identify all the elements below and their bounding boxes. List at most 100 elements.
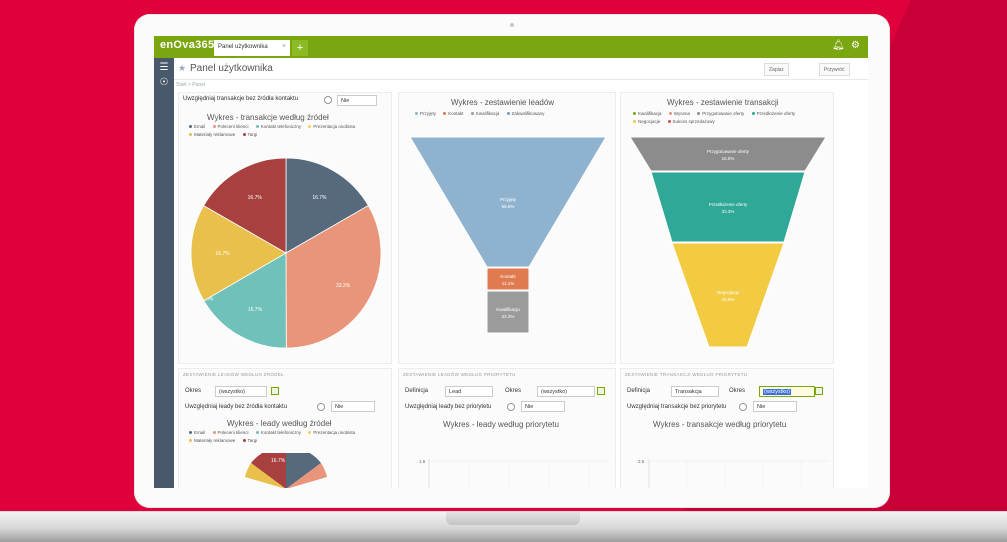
toggle-value-field[interactable]: Nie bbox=[337, 95, 377, 106]
restore-button[interactable]: Przywróć bbox=[819, 63, 850, 76]
breadcrumb: Start > Panel bbox=[176, 82, 206, 88]
funnel-value-label: 16.6% bbox=[722, 297, 735, 302]
tab-close-icon[interactable]: × bbox=[282, 43, 286, 50]
bar-chart-axes: 1.5 1 bbox=[419, 459, 609, 488]
legend-item: Kontakt telefoniczny bbox=[255, 124, 301, 129]
y-tick-label: 1 bbox=[421, 487, 424, 488]
legend-item: Wycena bbox=[668, 111, 690, 116]
globe-icon[interactable]: ☉ bbox=[154, 77, 174, 88]
chart-title: Wykres - transakcje według źródeł bbox=[207, 113, 329, 122]
funnel-label: Negocjacje bbox=[717, 290, 740, 295]
funnel-chart: Przygotowanie oferty 16.6% Przedłożenie of… bbox=[629, 136, 827, 348]
tab-panel-uzytkownika[interactable]: Panel użytkownika × bbox=[214, 40, 290, 56]
pie-chart-partial: 16.7% bbox=[245, 453, 327, 488]
pie-chart: 16.7%33.3%16.7%0.0%16.7%16.7% bbox=[190, 157, 382, 349]
top-bar: enOva365 Panel użytkownika × + 🔔︎ ⚙ bbox=[154, 36, 868, 58]
chart-legend: Email Poleceni klienci Kontakt telefonic… bbox=[189, 123, 379, 139]
toggle-label: Uwzględniaj transakcje bez źródła kontak… bbox=[183, 96, 299, 102]
chart-title: Wykres - leady według priorytetu bbox=[443, 420, 559, 429]
legend-item: Poleceni klienci bbox=[212, 430, 249, 435]
funnel-segment[interactable] bbox=[671, 242, 785, 348]
calendar-icon[interactable] bbox=[597, 387, 605, 395]
legend-item: Kwalifikacja bbox=[633, 111, 662, 116]
chart-title: Wykres - transakcje według priorytetu bbox=[653, 420, 787, 429]
legend-item: Materiały reklamowe bbox=[189, 132, 235, 137]
legend-item: Zakwalifikowany bbox=[506, 111, 544, 116]
toggle-radio[interactable] bbox=[324, 96, 332, 104]
toggle-radio[interactable] bbox=[317, 403, 325, 411]
chart-legend: Przyjęty Kontakt Kwalifikacja Zakwalifik… bbox=[415, 110, 615, 118]
okres-field[interactable]: (wszystko) bbox=[759, 386, 815, 397]
sidebar: ☰ ☉ bbox=[154, 58, 174, 488]
toggle-label: Uwzględniaj transakcje bez priorytetu bbox=[627, 404, 727, 410]
new-tab-button[interactable]: + bbox=[292, 40, 308, 56]
definicja-label: Definicja bbox=[405, 388, 429, 394]
funnel-segment[interactable] bbox=[486, 267, 530, 291]
pie-slice-label: 33.3% bbox=[336, 283, 351, 289]
y-tick-label: 2.5 bbox=[638, 459, 645, 464]
definicja-field[interactable]: Lead bbox=[445, 386, 493, 397]
pie-slice-label: 16.7% bbox=[248, 307, 263, 313]
legend-item: Przyjęty bbox=[415, 111, 436, 116]
definicja-field[interactable]: Transakcja bbox=[671, 386, 719, 397]
okres-label: Okres bbox=[729, 388, 746, 394]
funnel-segment[interactable] bbox=[650, 171, 806, 243]
funnel-value-label: 11.1% bbox=[502, 281, 514, 286]
app-screen: enOva365 Panel użytkownika × + 🔔︎ ⚙ ☰ ☉ … bbox=[154, 36, 868, 488]
panel-leady-zrodla: ZESTAWIENIE LEADÓW WEDŁUG ŹRÓDEŁ Okres (… bbox=[178, 368, 392, 488]
funnel-label: Przygotowanie oferty bbox=[707, 149, 750, 154]
legend-item: Kwalifikacja bbox=[470, 111, 499, 116]
toggle-value-field[interactable]: Nie bbox=[521, 401, 565, 412]
legend-item: Prezentacja osobista bbox=[308, 430, 355, 435]
pie-slice-label: 16.7% bbox=[248, 195, 263, 201]
toggle-value-field[interactable]: Nie bbox=[331, 401, 375, 412]
funnel-label: Przyjęty bbox=[500, 197, 517, 202]
chart-legend: Kwalifikacja Wycena Przygotowanie oferty… bbox=[633, 110, 831, 126]
funnel-value-label: 22.2% bbox=[502, 314, 515, 319]
legend-item: Kontakt bbox=[443, 111, 464, 116]
panel-zestawienie-leadow: Wykres - zestawienie leadów Przyjęty Kon… bbox=[398, 92, 616, 364]
chart-title: Wykres - leady według źródeł bbox=[227, 419, 332, 428]
funnel-value-label: 16.6% bbox=[722, 156, 735, 161]
legend-item: Prezentacja osobista bbox=[308, 124, 355, 129]
menu-icon[interactable]: ☰ bbox=[154, 62, 174, 73]
legend-item: Materiały reklamowe bbox=[189, 438, 235, 443]
webcam bbox=[510, 23, 514, 27]
funnel-chart: Przyjęty 66.6% Kontakt 11.1% Kwalifikacja 22.… bbox=[409, 136, 607, 334]
page-title: Panel użytkownika bbox=[190, 63, 273, 74]
bar-chart-axes: 2.5 bbox=[638, 459, 829, 488]
section-header: ZESTAWIENIE LEADÓW WEDŁUG ŹRÓDEŁ bbox=[183, 372, 284, 377]
pie-slice-label: 16.7% bbox=[215, 251, 230, 257]
panel-transakcje-zrodla: Uwzględniaj transakcje bez źródła kontak… bbox=[178, 92, 392, 364]
funnel-label: Przedłożenie oferty bbox=[709, 202, 748, 207]
panel-transakcje-priorytet: ZESTAWIENIE TRANSAKCJI WEDŁUG PRIORYTETU… bbox=[620, 368, 834, 488]
toggle-radio[interactable] bbox=[739, 403, 747, 411]
calendar-icon[interactable] bbox=[815, 387, 823, 395]
funnel-value-label: 66.6% bbox=[502, 204, 515, 209]
save-button[interactable]: Zapisz bbox=[764, 63, 789, 76]
tab-label: Panel użytkownika bbox=[218, 44, 268, 50]
section-header: ZESTAWIENIE TRANSAKCJI WEDŁUG PRIORYTETU bbox=[625, 372, 748, 377]
settings-gear-icon[interactable]: ⚙ bbox=[851, 40, 860, 51]
okres-label: Okres bbox=[505, 388, 522, 394]
legend-item: Przedłożenie oferty bbox=[751, 111, 795, 116]
funnel-segment[interactable] bbox=[629, 136, 827, 172]
toggle-value-field[interactable]: Nie bbox=[753, 401, 797, 412]
y-tick-label: 1.5 bbox=[419, 459, 426, 464]
page-header: ★ Panel użytkownika Zapisz Przywróć bbox=[174, 58, 868, 80]
notification-bell-icon[interactable]: 🔔︎ bbox=[832, 40, 845, 51]
pie-slice-label: 16.7% bbox=[312, 195, 327, 201]
panel-leady-priorytet: ZESTAWIENIE LEADÓW WEDŁUG PRIORYTETU Def… bbox=[398, 368, 616, 488]
legend-item: Email bbox=[189, 430, 205, 435]
funnel-label: Kwalifikacja bbox=[496, 307, 520, 312]
toggle-radio[interactable] bbox=[507, 403, 515, 411]
funnel-segment[interactable] bbox=[486, 290, 530, 334]
legend-item: Email bbox=[189, 124, 205, 129]
calendar-icon[interactable] bbox=[271, 387, 279, 395]
laptop-notch bbox=[446, 512, 580, 525]
okres-field[interactable]: (wszystko) bbox=[215, 386, 267, 397]
toggle-label: Uwzględniaj leady bez źródła kontaktu bbox=[185, 404, 288, 410]
funnel-segment[interactable] bbox=[409, 136, 607, 268]
favorite-star-icon[interactable]: ★ bbox=[178, 63, 186, 74]
okres-field[interactable]: (wszystko) bbox=[537, 386, 595, 397]
